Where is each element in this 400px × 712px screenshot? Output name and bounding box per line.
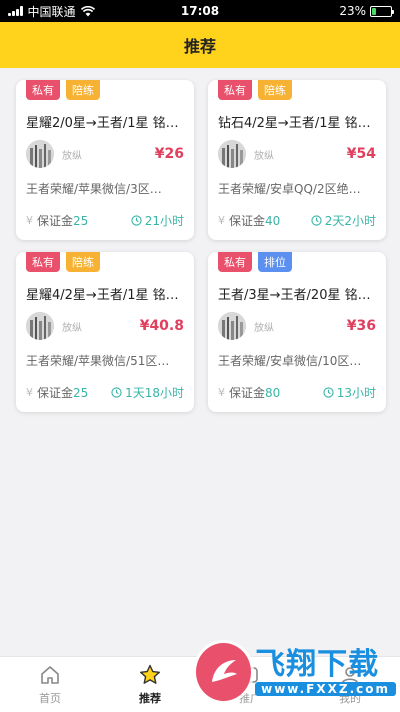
deposit: ¥ 保证金 80 — [218, 384, 280, 401]
tag-play: 陪练 — [66, 252, 100, 272]
time-remaining: 13小时 — [323, 384, 376, 401]
deposit-label: 保证金 — [37, 214, 74, 228]
home-icon — [39, 663, 61, 687]
card-description: 王者荣耀/安卓QQ/2区绝… — [218, 182, 361, 196]
card-user-row: 放纵 ¥26 — [26, 138, 184, 170]
time-label: 2天2小时 — [324, 214, 376, 228]
order-card[interactable]: 私有 陪练 钻石4/2星→王者/1星 铭… 放纵 ¥54 王者荣耀/安卓QQ/2区… — [208, 80, 386, 240]
watermark: 飞翔下载 www.FXXZ.com — [196, 636, 396, 708]
status-left: 中国联通 — [8, 3, 95, 20]
status-bar: 中国联通 17:08 23% — [0, 0, 400, 22]
card-footer: ¥ 保证金 25 21小时 — [26, 212, 184, 229]
tag-rank: 排位 — [258, 252, 292, 272]
time-label: 13小时 — [336, 386, 376, 400]
watermark-text: 飞翔下载 www.FXXZ.com — [255, 648, 396, 696]
watermark-logo — [196, 643, 252, 701]
star-icon — [138, 663, 162, 687]
card-tags: 私有 陪练 — [218, 80, 292, 100]
yen-icon: ¥ — [218, 214, 225, 227]
watermark-url: www.FXXZ.com — [255, 682, 396, 696]
signal-icon — [8, 6, 23, 16]
card-footer: ¥ 保证金 25 1天18小时 — [26, 384, 184, 401]
tag-private: 私有 — [26, 80, 60, 100]
clock-icon — [111, 387, 122, 398]
card-tags: 私有 陪练 — [26, 252, 100, 272]
battery-level — [372, 7, 377, 15]
avatar — [26, 312, 54, 340]
card-tags: 私有 陪练 — [26, 80, 100, 100]
tag-private: 私有 — [26, 252, 60, 272]
tag-private: 私有 — [218, 80, 252, 100]
price: ¥26 — [154, 146, 184, 162]
tag-play: 陪练 — [258, 80, 292, 100]
battery-icon — [370, 5, 394, 17]
card-description: 王者荣耀/苹果微信/51区… — [26, 354, 170, 368]
card-user-row: 放纵 ¥54 — [218, 138, 376, 170]
order-grid: 私有 陪练 星耀2/0星→王者/1星 铭… 放纵 ¥26 王者荣耀/苹果微信/3区… — [16, 80, 386, 412]
username: 放纵 — [62, 150, 82, 162]
deposit: ¥ 保证金 25 — [26, 384, 88, 401]
deposit: ¥ 保证金 25 — [26, 212, 88, 229]
clock-icon — [323, 387, 334, 398]
deposit-value: 25 — [73, 213, 89, 228]
card-tags: 私有 排位 — [218, 252, 292, 272]
watermark-title: 飞翔下载 — [255, 647, 380, 682]
time-remaining: 21小时 — [131, 212, 184, 229]
status-right: 23% — [339, 4, 394, 18]
page-title: 推荐 — [183, 37, 216, 56]
card-description: 王者荣耀/安卓微信/10区… — [218, 354, 362, 368]
card-footer: ¥ 保证金 80 13小时 — [218, 384, 376, 401]
deposit: ¥ 保证金 40 — [218, 212, 280, 229]
deposit-value: 25 — [73, 385, 89, 400]
price: ¥36 — [346, 318, 376, 334]
username: 放纵 — [254, 150, 274, 162]
tab-recommend[interactable]: 推荐 — [100, 657, 200, 712]
card-footer: ¥ 保证金 40 2天2小时 — [218, 212, 376, 229]
card-user-row: 放纵 ¥36 — [218, 310, 376, 342]
carrier-label: 中国联通 — [27, 4, 76, 19]
order-card[interactable]: 私有 排位 王者/3星→王者/20星 铭… 放纵 ¥36 王者荣耀/安卓微信/10… — [208, 252, 386, 412]
tab-home-label: 首页 — [39, 692, 61, 705]
card-title: 钻石4/2星→王者/1星 铭… — [218, 116, 371, 131]
deposit-value: 80 — [265, 385, 281, 400]
yen-icon: ¥ — [218, 386, 225, 399]
time-label: 1天18小时 — [125, 386, 184, 400]
card-description: 王者荣耀/苹果微信/3区… — [26, 182, 162, 196]
tab-home[interactable]: 首页 — [0, 657, 100, 712]
time-remaining: 2天2小时 — [311, 212, 376, 229]
username: 放纵 — [254, 322, 274, 334]
username: 放纵 — [62, 322, 82, 334]
avatar — [218, 140, 246, 168]
card-user-row: 放纵 ¥40.8 — [26, 310, 184, 342]
order-card[interactable]: 私有 陪练 星耀2/0星→王者/1星 铭… 放纵 ¥26 王者荣耀/苹果微信/3区… — [16, 80, 194, 240]
deposit-label: 保证金 — [37, 386, 74, 400]
order-card[interactable]: 私有 陪练 星耀4/2星→王者/1星 铭… 放纵 ¥40.8 王者荣耀/苹果微信/… — [16, 252, 194, 412]
time-remaining: 1天18小时 — [111, 384, 184, 401]
avatar — [26, 140, 54, 168]
tag-play: 陪练 — [66, 80, 100, 100]
deposit-label: 保证金 — [229, 214, 266, 228]
card-title: 王者/3星→王者/20星 铭… — [218, 288, 371, 303]
avatar — [218, 312, 246, 340]
deposit-value: 40 — [265, 213, 281, 228]
price: ¥54 — [346, 146, 376, 162]
card-title: 星耀4/2星→王者/1星 铭… — [26, 288, 179, 303]
page-header: 推荐 — [0, 22, 400, 68]
wifi-icon — [80, 5, 95, 17]
yen-icon: ¥ — [26, 214, 33, 227]
yen-icon: ¥ — [26, 386, 33, 399]
price: ¥40.8 — [139, 318, 184, 334]
tab-recommend-label: 推荐 — [139, 692, 161, 705]
clock-icon — [311, 215, 322, 226]
time-label: 21小时 — [144, 214, 184, 228]
deposit-label: 保证金 — [229, 386, 266, 400]
battery-percent: 23% — [339, 4, 366, 18]
card-title: 星耀2/0星→王者/1星 铭… — [26, 116, 179, 131]
clock-icon — [131, 215, 142, 226]
tag-private: 私有 — [218, 252, 252, 272]
